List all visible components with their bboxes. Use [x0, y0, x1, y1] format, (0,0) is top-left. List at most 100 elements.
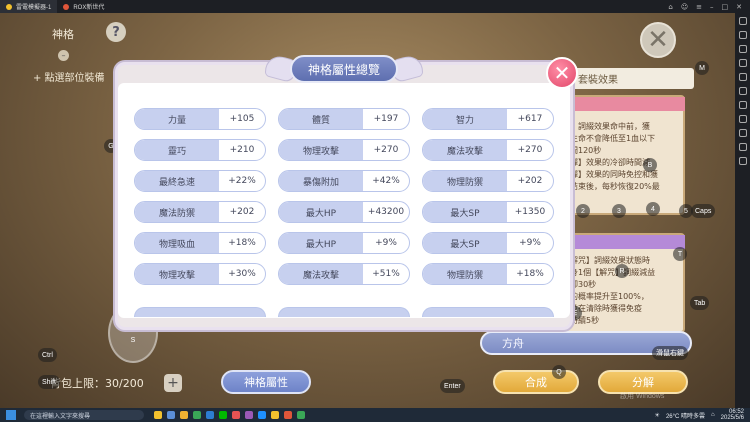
key-2: 2 [576, 204, 590, 218]
attribute-button[interactable]: 神格屬性 [221, 370, 311, 394]
modal-title: 神格屬性總覽 [290, 55, 398, 83]
chrome-icon[interactable] [297, 411, 305, 419]
attribute-label: 最終急速 [135, 171, 219, 191]
clock-date: 2025/5/6 [720, 415, 744, 421]
set-effect-header: 套裝效果 [572, 68, 694, 89]
app-icon[interactable] [245, 411, 253, 419]
modal-close-button[interactable]: ✕ [546, 57, 578, 89]
emulator-taskbar-icon[interactable] [271, 411, 279, 419]
weather-text[interactable]: 26°C 晴時多雲 [666, 411, 705, 420]
tab-game[interactable]: ROX新世代 [57, 0, 110, 13]
key-enter: Enter [440, 379, 465, 393]
attribute-cell: 物理吸血 +18% [134, 232, 266, 254]
attribute-cell: 物理攻擊 +30% [134, 263, 266, 285]
taskbar-apps [154, 411, 305, 419]
settings-icon[interactable] [738, 143, 747, 151]
rotate-icon[interactable] [738, 59, 747, 67]
clock[interactable]: 06:52 2025/5/6 [721, 409, 744, 421]
game-taskbar-icon[interactable] [284, 411, 292, 419]
craft-button[interactable]: 合成 [493, 370, 579, 394]
key-q: Q [552, 365, 566, 379]
file-explorer-icon[interactable] [180, 411, 188, 419]
attribute-label: 魔法攻擊 [423, 140, 507, 160]
windows-watermark: 啟用 Windows [620, 393, 665, 400]
tab-emulator[interactable]: 雷電模擬器-1 [0, 0, 58, 13]
chrome-icon[interactable] [193, 411, 201, 419]
expand-bag-button[interactable]: + [164, 374, 182, 392]
close-screen-button[interactable]: ✕ [640, 22, 676, 58]
attribute-label: 最大SP [423, 233, 507, 253]
window-controls: ⌂ ☺ ≡ – □ ✕ [668, 3, 750, 11]
edge-icon[interactable] [206, 411, 214, 419]
key-4: 4 [646, 202, 660, 216]
attribute-row: 物理攻擊 +30% 魔法攻擊 +51% 物理防禦 +18% [134, 263, 554, 285]
attribute-label: 智力 [423, 109, 507, 129]
folder-icon[interactable] [738, 87, 747, 95]
attribute-cell: 智力 +617 [422, 108, 554, 130]
key-3: 3 [612, 204, 626, 218]
tab-label: ROX新世代 [73, 5, 105, 11]
copilot-icon[interactable] [154, 411, 162, 419]
user-icon[interactable]: ☺ [681, 3, 688, 11]
attribute-cell: 魔法攻擊 +270 [422, 139, 554, 161]
attribute-label: 物理防禦 [423, 171, 507, 191]
apk-icon[interactable] [738, 101, 747, 109]
attribute-label: 物理攻擊 [135, 264, 219, 284]
attribute-value: +18% [516, 269, 544, 279]
attribute-label: 暴傷附加 [279, 171, 363, 191]
attribute-label: 魔法攻擊 [279, 264, 363, 284]
taskbar-search-input[interactable]: 在這裡輸入文字來搜尋 [24, 410, 144, 420]
shake-icon[interactable] [738, 129, 747, 137]
attribute-row: 靈巧 +210 物理攻擊 +270 魔法攻擊 +270 [134, 139, 554, 161]
attribute-row-clipped [134, 307, 554, 317]
attribute-cell: 魔法防禦 +202 [134, 201, 266, 223]
attribute-label: 最大SP [423, 202, 507, 222]
set-effect-strip-2 [565, 235, 685, 249]
attribute-cell: 靈巧 +210 [134, 139, 266, 161]
volume-icon[interactable] [738, 45, 747, 53]
location-icon[interactable] [738, 115, 747, 123]
help-button[interactable]: ? [106, 22, 126, 42]
attribute-value: +270 [517, 145, 543, 155]
attribute-value: +9% [519, 238, 541, 248]
line-icon[interactable] [219, 411, 227, 419]
keyboard-icon[interactable] [738, 17, 747, 25]
attribute-row: 最終急速 +22% 暴傷附加 +42% 物理防禦 +202 [134, 170, 554, 192]
key-r: R [615, 264, 629, 278]
attribute-cell-clipped [134, 307, 266, 317]
attribute-value: +9% [375, 238, 397, 248]
collapse-icon[interactable]: – [58, 50, 69, 61]
weather-icon: ☀ [654, 412, 660, 419]
windows-start-icon[interactable] [6, 410, 16, 420]
gamepad-icon[interactable]: ⌂ [668, 3, 672, 11]
direction-label: 方舟 [502, 337, 524, 350]
attribute-value: +42% [372, 176, 400, 186]
attribute-row: 物理吸血 +18% 最大HP +9% 最大SP +9% [134, 232, 554, 254]
close-window-icon[interactable]: ✕ [736, 3, 742, 11]
minimize-icon[interactable]: – [710, 3, 714, 11]
attribute-cell: 力量 +105 [134, 108, 266, 130]
attribute-cell-clipped [422, 307, 554, 317]
app-icon[interactable] [258, 411, 266, 419]
task-view-icon[interactable] [167, 411, 175, 419]
attribute-value: +1350 [514, 207, 546, 217]
attribute-value: +51% [372, 269, 400, 279]
attribute-cell: 最大SP +9% [422, 232, 554, 254]
tab-label: 雷電模擬器-1 [16, 5, 52, 11]
key-right-click: 滑鼠右鍵 [652, 346, 688, 360]
set-effect-text: 】詞綴效果命中前，獲 生命不會降低至1血以下 間120秒 彈】效果的冷卻時間減 … [570, 122, 660, 191]
attribute-value: +617 [517, 114, 543, 124]
emulator-sidebar [735, 13, 750, 408]
network-icon[interactable]: ⌂ [711, 412, 715, 418]
app-icon[interactable] [232, 411, 240, 419]
maximize-icon[interactable]: □ [722, 3, 729, 11]
record-icon[interactable] [738, 73, 747, 81]
attribute-label: 魔法防禦 [135, 202, 219, 222]
attribute-row: 魔法防禦 +202 最大HP +43200 最大SP +1350 [134, 201, 554, 223]
windows-taskbar: 在這裡輸入文字來搜尋 ☀ 26°C 晴時多雲 ⌂ 06:52 2025/5/6 [0, 408, 750, 422]
screenshot-icon[interactable] [738, 31, 747, 39]
attribute-label: 力量 [135, 109, 219, 129]
bag-capacity: 背包上限：30/200 [50, 377, 144, 390]
more-icon[interactable] [738, 157, 747, 165]
menu-icon[interactable]: ≡ [696, 3, 702, 11]
